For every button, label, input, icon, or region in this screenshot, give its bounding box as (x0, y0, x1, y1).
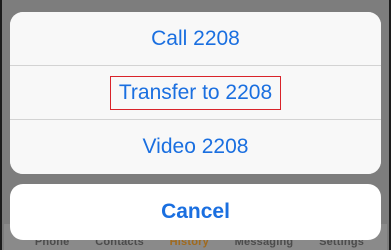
call-button[interactable]: Call 2208 (10, 12, 381, 66)
action-sheet: Call 2208 Transfer to 2208 Video 2208 (10, 12, 381, 174)
transfer-button[interactable]: Transfer to 2208 (10, 66, 381, 120)
cancel-button-label: Cancel (161, 200, 230, 223)
video-button[interactable]: Video 2208 (10, 120, 381, 174)
transfer-button-label: Transfer to 2208 (109, 75, 282, 110)
video-button-label: Video 2208 (142, 135, 249, 158)
cancel-button[interactable]: Cancel (10, 184, 381, 240)
call-button-label: Call 2208 (151, 26, 240, 50)
